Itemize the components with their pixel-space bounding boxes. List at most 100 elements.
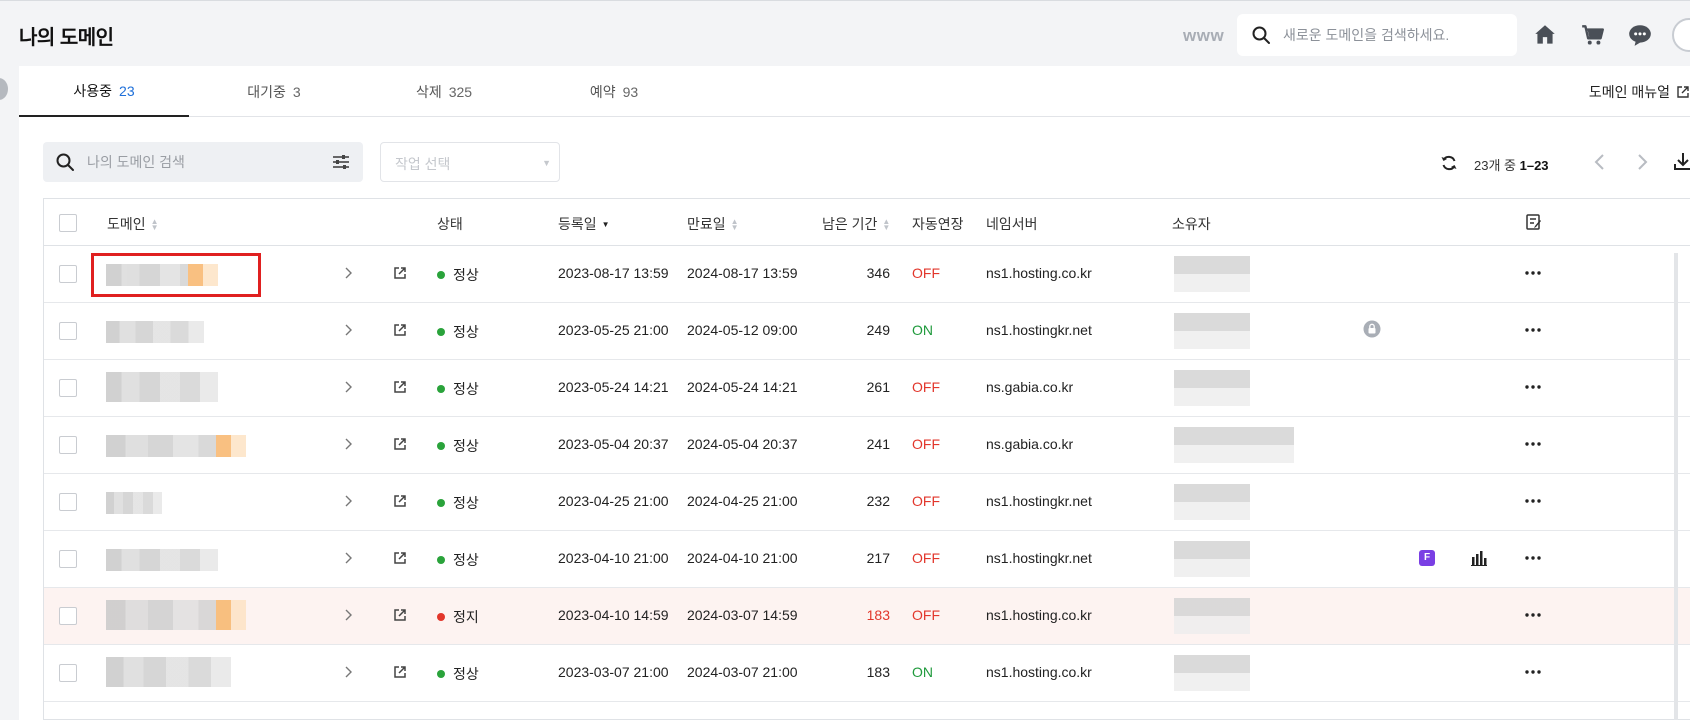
- auto-renew-value[interactable]: ON: [912, 322, 933, 338]
- status-cell: 정상: [437, 664, 479, 684]
- row-checkbox[interactable]: [59, 550, 77, 568]
- external-link-icon[interactable]: [392, 436, 408, 452]
- chevron-right-icon[interactable]: [341, 380, 355, 394]
- tab-reserved[interactable]: 예약 93: [529, 66, 699, 117]
- select-all-checkbox[interactable]: [59, 214, 77, 232]
- col-registered[interactable]: 등록일 ▼: [558, 214, 610, 234]
- tab-deleted[interactable]: 삭제 325: [359, 66, 529, 117]
- my-domain-search[interactable]: [43, 142, 363, 182]
- auto-renew-value[interactable]: OFF: [912, 265, 940, 281]
- auto-renew-value[interactable]: OFF: [912, 493, 940, 509]
- more-icon[interactable]: [1523, 491, 1543, 511]
- new-domain-search[interactable]: [1237, 14, 1517, 56]
- auto-renew-value[interactable]: OFF: [912, 550, 940, 566]
- external-link-icon[interactable]: [392, 265, 408, 281]
- col-domain[interactable]: 도메인 ▲ ▼: [107, 214, 159, 234]
- support-icon[interactable]: [1627, 22, 1653, 48]
- table-row[interactable]: 정상 2023-04-25 21:00 2024-04-25 21:00 232…: [44, 474, 1690, 531]
- chevron-right-icon[interactable]: [341, 494, 355, 508]
- external-link-icon[interactable]: [392, 550, 408, 566]
- external-link-icon[interactable]: [392, 664, 408, 680]
- chevron-right-icon[interactable]: [341, 437, 355, 451]
- chevron-right-icon[interactable]: [341, 323, 355, 337]
- lock-icon[interactable]: [1363, 320, 1381, 338]
- auto-renew-value[interactable]: OFF: [912, 436, 940, 452]
- domain-name-redacted[interactable]: [106, 657, 231, 687]
- external-link-icon[interactable]: [392, 607, 408, 623]
- sidebar-toggle[interactable]: [0, 78, 8, 100]
- owner-redacted: [1174, 370, 1250, 406]
- sort-icon: ▲ ▼: [150, 217, 159, 233]
- row-checkbox[interactable]: [59, 322, 77, 340]
- external-link-icon[interactable]: [392, 493, 408, 509]
- more-icon[interactable]: [1523, 263, 1543, 283]
- auto-renew-value[interactable]: ON: [912, 664, 933, 680]
- domain-name-redacted[interactable]: [106, 492, 162, 514]
- expiry-date: 2024-04-10 21:00: [687, 550, 798, 566]
- chevron-right-icon[interactable]: [1632, 152, 1652, 172]
- owner-redacted: [1174, 313, 1250, 349]
- col-expires[interactable]: 만료일 ▲ ▼: [687, 214, 739, 234]
- refresh-icon[interactable]: [1440, 154, 1458, 172]
- column-settings-icon[interactable]: [1525, 213, 1543, 231]
- row-checkbox[interactable]: [59, 607, 77, 625]
- domain-name-redacted[interactable]: [106, 321, 204, 343]
- table-scrollbar[interactable]: [1674, 253, 1678, 720]
- highlight-box: [91, 253, 261, 297]
- remaining-days: 346: [866, 265, 890, 281]
- action-select[interactable]: 작업 선택 ▼: [380, 142, 560, 182]
- chevron-right-icon[interactable]: [341, 266, 355, 280]
- status-cell: 정상: [437, 379, 479, 399]
- table-row[interactable]: 정상 2023-03-07 21:00 2024-03-07 21:00 183…: [44, 645, 1690, 702]
- chevron-left-icon[interactable]: [1590, 152, 1610, 172]
- row-checkbox[interactable]: [59, 379, 77, 397]
- tab-waiting[interactable]: 대기중 3: [189, 66, 359, 117]
- table-row[interactable]: 정상 2023-05-04 20:37 2024-05-04 20:37 241…: [44, 417, 1690, 474]
- domain-manual-link[interactable]: 도메인 매뉴얼: [1589, 82, 1690, 102]
- auto-renew-value[interactable]: OFF: [912, 607, 940, 623]
- f-badge[interactable]: F: [1419, 550, 1435, 566]
- home-icon[interactable]: [1532, 22, 1558, 48]
- row-checkbox[interactable]: [59, 664, 77, 682]
- registered-date: 2023-05-04 20:37: [558, 436, 669, 452]
- my-domain-search-input[interactable]: [87, 151, 317, 173]
- domain-name-redacted[interactable]: [106, 549, 218, 571]
- status-cell: 정상: [437, 265, 479, 285]
- new-domain-search-input[interactable]: [1283, 23, 1508, 47]
- table-row[interactable]: 정상 2023-04-10 21:00 2024-04-10 21:00 217…: [44, 531, 1690, 588]
- filter-icon[interactable]: [331, 152, 351, 172]
- chevron-right-icon[interactable]: [341, 551, 355, 565]
- domain-name-redacted[interactable]: [106, 372, 218, 402]
- table-row[interactable]: 정상 2023-05-25 21:00 2024-05-12 09:00 249…: [44, 303, 1690, 360]
- row-checkbox[interactable]: [59, 493, 77, 511]
- more-icon[interactable]: [1523, 377, 1543, 397]
- more-icon[interactable]: [1523, 548, 1543, 568]
- external-link-icon: [1677, 86, 1689, 98]
- table-row[interactable]: 정지 2023-04-10 14:59 2024-03-07 14:59 183…: [44, 588, 1690, 645]
- table-row[interactable]: 정상 2023-05-24 14:21 2024-05-24 14:21 261…: [44, 360, 1690, 417]
- more-icon[interactable]: [1523, 662, 1543, 682]
- expiry-date: 2024-03-07 21:00: [687, 664, 798, 680]
- more-icon[interactable]: [1523, 434, 1543, 454]
- external-link-icon[interactable]: [392, 322, 408, 338]
- domain-name-redacted[interactable]: [106, 435, 246, 457]
- status-text: 정상: [453, 267, 479, 283]
- more-icon[interactable]: [1523, 320, 1543, 340]
- cart-icon[interactable]: [1580, 22, 1606, 48]
- tab-active[interactable]: 사용중 23: [19, 66, 189, 117]
- download-icon[interactable]: [1673, 151, 1690, 171]
- user-avatar[interactable]: [1672, 18, 1690, 52]
- domain-name-redacted[interactable]: [106, 600, 246, 630]
- chevron-right-icon[interactable]: [341, 608, 355, 622]
- col-nameserver: 네임서버: [986, 216, 1038, 232]
- expiry-date: 2024-05-04 20:37: [687, 436, 798, 452]
- table-row[interactable]: 정상 2023-08-17 13:59 2024-08-17 13:59 346…: [44, 246, 1690, 303]
- more-icon[interactable]: [1523, 605, 1543, 625]
- row-checkbox[interactable]: [59, 265, 77, 283]
- col-remaining[interactable]: 남은 기간 ▲ ▼: [822, 214, 890, 234]
- row-checkbox[interactable]: [59, 436, 77, 454]
- bar-chart-icon[interactable]: [1470, 549, 1488, 567]
- chevron-right-icon[interactable]: [341, 665, 355, 679]
- auto-renew-value[interactable]: OFF: [912, 379, 940, 395]
- external-link-icon[interactable]: [392, 379, 408, 395]
